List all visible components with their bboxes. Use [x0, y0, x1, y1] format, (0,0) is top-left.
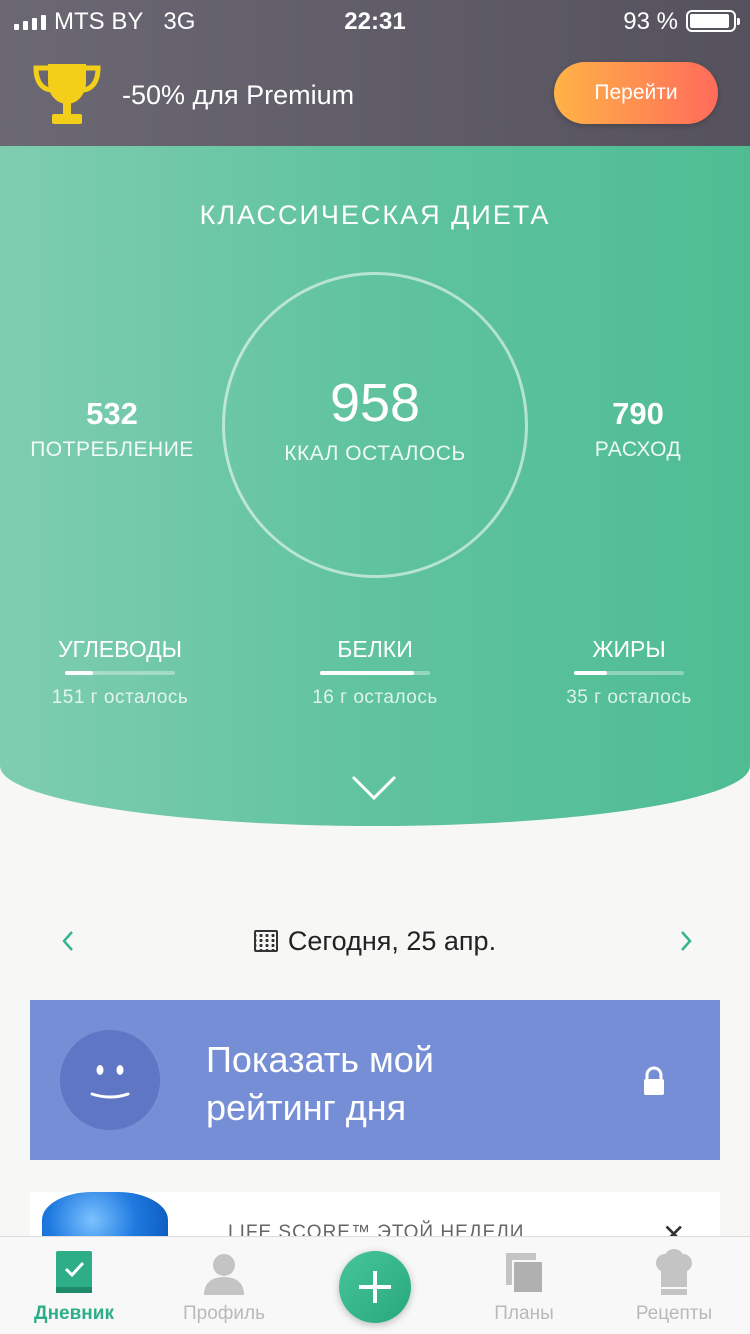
calories-remaining-label: ККАЛ ОСТАЛОСЬ [284, 442, 466, 465]
tab-bar: Дневник Профиль Планы Рецепты [0, 1236, 750, 1334]
macro-name: УГЛЕВОДЫ [57, 636, 183, 662]
macro-name: ЖИРЫ [592, 636, 666, 662]
rating-card-text: Показать мой рейтинг дня [206, 1039, 434, 1128]
macro-fat: ЖИРЫ 35 г осталось [519, 636, 739, 709]
calendar-icon [253, 930, 278, 952]
tab-plans[interactable]: Планы [454, 1249, 594, 1325]
calorie-summary[interactable]: КЛАССИЧЕСКАЯ ДИЕТА 958 ККАЛ ОСТАЛОСЬ 532… [0, 146, 750, 826]
daily-rating-card[interactable]: Показать мой рейтинг дня [30, 1000, 720, 1160]
battery-icon [686, 10, 740, 32]
smiley-icon [60, 1030, 160, 1130]
intake-label: ПОТРЕБЛЕНИЕ [30, 438, 194, 461]
calories-remaining-value: 958 [329, 373, 421, 433]
burned-value: 790 [612, 396, 664, 431]
macro-progress [574, 671, 684, 675]
lock-icon [644, 1066, 664, 1095]
macro-progress-fill [574, 671, 607, 675]
plans-icon [506, 1253, 544, 1294]
date-label: Сегодня, 25 апр. [287, 926, 497, 956]
macro-protein: БЕЛКИ 16 г осталось [265, 636, 485, 709]
add-entry-button[interactable] [339, 1251, 411, 1323]
diary-icon [56, 1251, 92, 1293]
battery-percent: 93 % [623, 8, 678, 35]
tab-label: Планы [494, 1303, 554, 1324]
current-date[interactable]: Сегодня, 25 апр. [0, 926, 750, 957]
macro-progress-fill [320, 671, 414, 675]
macro-progress-fill [65, 671, 93, 675]
macro-progress [320, 671, 430, 675]
recipes-icon [656, 1249, 692, 1295]
status-bar: MTS BY 3G 22:31 93 % [0, 0, 750, 42]
tab-label: Рецепты [635, 1303, 713, 1324]
tab-recipes[interactable]: Рецепты [604, 1249, 744, 1325]
intake-value: 532 [86, 396, 138, 431]
top-banner-area: MTS BY 3G 22:31 93 % -50% для Premium Пе… [0, 0, 750, 146]
date-navigator: Сегодня, 25 апр. [0, 918, 750, 964]
diet-title: КЛАССИЧЕСКАЯ ДИЕТА [199, 200, 551, 230]
chevron-down-icon[interactable] [350, 774, 398, 802]
macro-remaining: 16 г осталось [312, 687, 438, 708]
macro-remaining: 151 г осталось [51, 687, 189, 708]
macro-name: БЕЛКИ [337, 636, 413, 662]
promo-text: -50% для Premium [122, 80, 355, 110]
macro-progress [65, 671, 175, 675]
macro-carbs: УГЛЕВОДЫ 151 г осталось [10, 636, 230, 709]
tab-label: Профиль [182, 1303, 266, 1324]
premium-promo: -50% для Premium Перейти [0, 50, 750, 146]
burned-label: РАСХОД [594, 438, 682, 461]
trophy-icon [33, 64, 101, 124]
macro-remaining: 35 г осталось [566, 687, 692, 708]
tab-profile[interactable]: Профиль [154, 1249, 294, 1325]
next-day-icon[interactable] [670, 926, 700, 956]
go-premium-button[interactable]: Перейти [554, 62, 718, 124]
tab-label: Дневник [34, 1303, 114, 1324]
tab-diary[interactable]: Дневник [4, 1249, 144, 1325]
profile-icon [204, 1254, 244, 1295]
